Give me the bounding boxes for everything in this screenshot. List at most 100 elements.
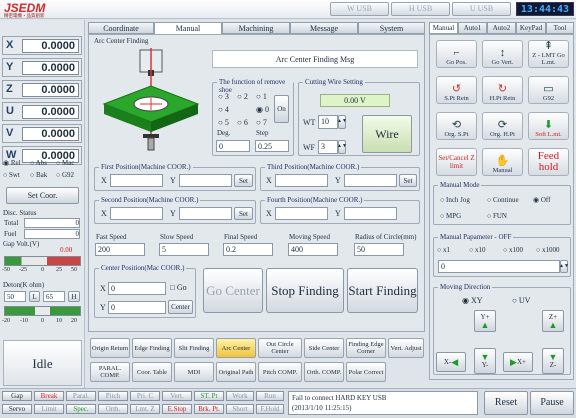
paral-comp-button[interactable]: PARAL. COMP. xyxy=(90,362,130,382)
shoe-radio-6[interactable]: ○ 6 xyxy=(237,118,248,127)
param-value-input[interactable]: 0 xyxy=(438,260,560,273)
center-go-checkbox[interactable]: □ Go xyxy=(170,283,187,292)
coord-radio-abs[interactable]: ○ Abs xyxy=(30,159,47,167)
center-x-input[interactable]: 0 xyxy=(108,282,166,295)
tab-system[interactable]: System xyxy=(358,22,425,34)
p1-x-input[interactable] xyxy=(110,174,163,187)
origin-return-button[interactable]: Origin Return xyxy=(90,338,130,358)
h-pt-retn-button[interactable]: ↻ H.Pt Retn xyxy=(482,76,523,104)
jog-x-minus-button[interactable]: X- ◀ xyxy=(436,352,466,372)
tab-right-manual[interactable]: Manual xyxy=(429,22,458,34)
mode-radio-inch-jog[interactable]: ○ Inch Jog xyxy=(440,196,470,204)
wt-input[interactable]: 10 xyxy=(318,115,338,129)
mode-radio-mpg[interactable]: ○ MPG xyxy=(440,212,461,220)
p3-x-input[interactable] xyxy=(275,174,328,187)
p3-set-button[interactable]: Set xyxy=(399,174,417,187)
go-pos-button[interactable]: ⌐ Go Pos. xyxy=(436,40,477,68)
jog-x-plus-button[interactable]: ▶ X+ xyxy=(503,352,533,372)
shoe-radio-5[interactable]: ○ 5 xyxy=(218,118,229,127)
param-spinner[interactable]: ▲▼ xyxy=(559,260,569,273)
param-radio-x1[interactable]: ○ x1 xyxy=(437,246,450,254)
s-pt-retn-button[interactable]: ↺ S.Pt Retn xyxy=(436,76,477,104)
arc-center-button[interactable]: Arc Center xyxy=(216,338,256,358)
shoe-radio-4[interactable]: ○ 4 xyxy=(218,105,229,114)
shoe-radio-0[interactable]: ◉ 0 xyxy=(256,105,269,114)
p2-set-button[interactable]: Set xyxy=(234,207,253,220)
finding-edge-corner-button[interactable]: Finding Edge Corner xyxy=(346,338,386,358)
soft-lmt-button[interactable]: ⬇ Soft L.mt. xyxy=(528,112,569,140)
tab-coordinate[interactable]: Coordinate xyxy=(88,22,154,34)
tab-right-tool[interactable]: Tool xyxy=(546,22,574,34)
stop-finding-button[interactable]: Stop Finding xyxy=(266,268,344,313)
start-finding-button[interactable]: Start Finding xyxy=(347,268,418,313)
mdi-button[interactable]: MDI xyxy=(174,362,214,382)
coord-radio-rel[interactable]: ◉ Rel xyxy=(3,159,21,167)
p2-y-input[interactable] xyxy=(179,207,232,220)
reset-button[interactable]: Reset xyxy=(484,391,528,415)
jog-z-plus-button[interactable]: Z+ ▲ xyxy=(542,310,564,332)
shoe-on-button[interactable]: On xyxy=(274,95,289,123)
tab-right-auto2[interactable]: Auto2 xyxy=(487,22,516,34)
set-coor-button[interactable]: Set Coor. xyxy=(6,187,79,204)
g92-button[interactable]: ▭ G92 xyxy=(528,76,569,104)
shoe-radio-1[interactable]: ○ 1 xyxy=(256,92,267,101)
polar-correct-button[interactable]: Polar Correct xyxy=(346,362,386,382)
side-center-button[interactable]: Side Center xyxy=(304,338,344,358)
final-speed-input[interactable]: 0.2 xyxy=(223,243,273,256)
param-radio-x10[interactable]: ○ x10 xyxy=(469,246,485,254)
shoe-radio-7[interactable]: ○ 7 xyxy=(256,118,267,127)
tab-right-auto1[interactable]: Auto1 xyxy=(458,22,487,34)
deton-left-value[interactable]: 50 xyxy=(4,291,26,302)
wf-input[interactable]: 3 xyxy=(318,140,338,154)
p4-x-input[interactable] xyxy=(275,207,328,220)
go-lmt-button[interactable]: ⇞ Z - LMT Go L.mt. xyxy=(528,40,569,68)
mode-radio-off[interactable]: ◉ Off xyxy=(533,196,550,204)
shoe-radio-3[interactable]: ○ 3 xyxy=(218,92,229,101)
deg-input[interactable]: 0 xyxy=(216,140,250,152)
dir-radio-uv[interactable]: ○ UV xyxy=(512,296,530,305)
tab-manual[interactable]: Manual xyxy=(154,22,222,34)
feed-hold-button[interactable]: Feed hold xyxy=(528,148,569,176)
center-y-input[interactable]: 0 xyxy=(108,301,166,314)
coord-radio-g92[interactable]: ○ G92 xyxy=(56,171,74,179)
mode-radio-fun[interactable]: ○ FUN xyxy=(487,212,507,220)
coord-radio-bak[interactable]: ○ Bak xyxy=(30,171,47,179)
tab-machining[interactable]: Machining xyxy=(222,22,290,34)
radius-input[interactable]: 50 xyxy=(354,243,404,256)
wt-spinner[interactable]: ▲▼ xyxy=(337,115,347,129)
center-button[interactable]: Center xyxy=(168,300,193,314)
coord-radio-mac[interactable]: ○ Mac xyxy=(56,159,74,167)
mode-radio-continue[interactable]: ○ Continue xyxy=(487,196,519,204)
shoe-radio-2[interactable]: ○ 2 xyxy=(237,92,248,101)
dir-radio-xy[interactable]: ◉ XY xyxy=(462,296,483,305)
tab-right-keypad[interactable]: KeyPad xyxy=(516,22,546,34)
slit-finding-button[interactable]: Slit Finding xyxy=(174,338,214,358)
deton-h-button[interactable]: H xyxy=(68,291,80,302)
go-center-button[interactable]: Go Center xyxy=(203,268,263,313)
vert-adjust-button[interactable]: Vert. Adjust xyxy=(388,338,424,358)
manual-button[interactable]: ✋ Manual xyxy=(482,148,523,176)
pitch-comp-button[interactable]: Pitch COMP. xyxy=(258,362,302,382)
fast-speed-input[interactable]: 200 xyxy=(95,243,145,256)
go-vert-button[interactable]: ↕ Go Vert. xyxy=(482,40,523,68)
step-input[interactable]: 0.25 xyxy=(255,140,289,152)
set-cancel-z-limit-button[interactable]: Set/Cancel Z limit xyxy=(436,148,477,176)
param-radio-x1000[interactable]: ○ x1000 xyxy=(536,246,559,254)
original-path-button[interactable]: Original Path xyxy=(216,362,256,382)
moving-speed-input[interactable]: 400 xyxy=(288,243,338,256)
coor-table-button[interactable]: Coor. Table xyxy=(132,362,172,382)
jog-y-minus-button[interactable]: ▼ Y- xyxy=(474,348,496,374)
wire-button[interactable]: Wire xyxy=(362,115,412,153)
wf-spinner[interactable]: ▲▼ xyxy=(337,140,347,154)
edge-finding-button[interactable]: Edge Finding xyxy=(132,338,172,358)
org-h-pt-button[interactable]: ⟳ Org. H.Pt xyxy=(482,112,523,140)
jog-z-minus-button[interactable]: ▼ Z- xyxy=(542,348,564,374)
jog-y-plus-button[interactable]: Y+ ▲ xyxy=(474,310,496,332)
p1-y-input[interactable] xyxy=(179,174,232,187)
tab-message[interactable]: Message xyxy=(290,22,358,34)
deton-right-value[interactable]: 65 xyxy=(43,291,65,302)
pause-button[interactable]: Pause xyxy=(530,391,574,415)
param-radio-x100[interactable]: ○ x100 xyxy=(503,246,523,254)
coord-radio-swt[interactable]: ○ Swt xyxy=(3,171,20,179)
p1-set-button[interactable]: Set xyxy=(234,174,253,187)
